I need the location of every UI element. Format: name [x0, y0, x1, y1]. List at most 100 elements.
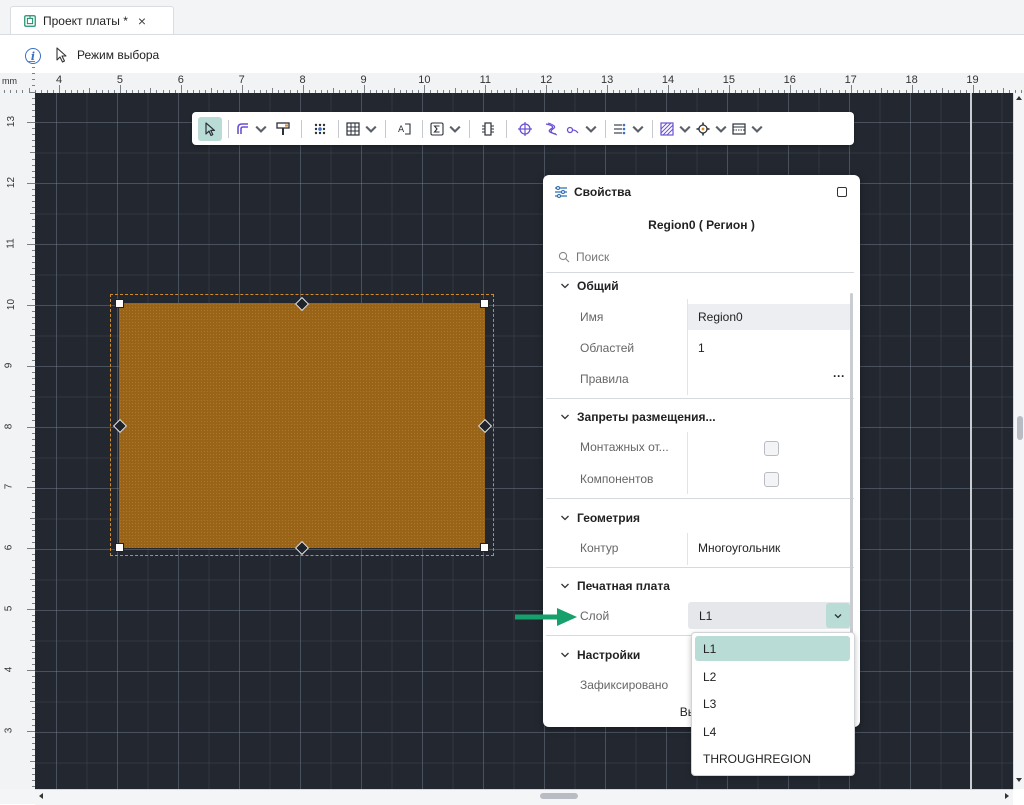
section-title: Общий [577, 279, 619, 293]
region-shape[interactable] [119, 303, 485, 548]
text-tool-button[interactable]: A [392, 117, 416, 141]
ruler-left-label: 7 [3, 484, 15, 490]
layer-stack-tool-button[interactable] [731, 117, 765, 141]
ruler-left-label: 4 [3, 666, 15, 673]
chevron-down-icon [585, 125, 597, 133]
contour-value: Многоугольник [698, 541, 781, 555]
bus-tool-button[interactable] [612, 117, 646, 141]
scroll-up-icon[interactable] [1015, 94, 1023, 102]
section-settings-header[interactable]: Настройки [560, 648, 640, 662]
more-icon[interactable]: ··· [833, 369, 845, 383]
scroll-down-icon[interactable] [1015, 776, 1023, 784]
property-label-rules: Правила [580, 372, 629, 386]
ruler-tick [27, 426, 35, 428]
section-title: Геометрия [577, 511, 641, 525]
section-placement-header[interactable]: Запреты размещения... [560, 410, 716, 424]
search-input[interactable]: Поиск [558, 247, 848, 267]
section-general-header[interactable]: Общий [560, 279, 619, 293]
component-tool-button[interactable] [476, 117, 500, 141]
sum-tool-button[interactable] [429, 117, 463, 141]
search-icon [558, 251, 570, 263]
chevron-down-icon [679, 125, 691, 133]
toolbar-separator [422, 119, 423, 138]
scroll-corner [0, 789, 35, 804]
via-array-tool-button[interactable] [308, 117, 332, 141]
ruler-tick [424, 85, 426, 93]
resize-handle-bottom-right[interactable] [480, 543, 489, 552]
maximize-icon[interactable] [837, 187, 847, 197]
ruler-tick [32, 85, 35, 87]
ruler-tick [27, 731, 35, 732]
layer-option[interactable]: L4 [695, 719, 850, 744]
property-label-areas: Областей [580, 341, 635, 355]
layer-dropdown-button[interactable] [826, 603, 850, 628]
table-tool-button[interactable] [345, 117, 379, 141]
hatch-tool-button[interactable] [659, 117, 693, 141]
vertical-scrollbar[interactable] [1013, 93, 1024, 789]
ruler-top: 4 5 6 7 8 9 10 11 12 13 14 15 16 17 18 19 [0, 73, 1024, 94]
panel-scrollbar[interactable] [850, 293, 853, 689]
ruler-tick [32, 73, 35, 75]
probe-tool-button[interactable] [565, 117, 599, 141]
resize-handle-bottom-left[interactable] [115, 543, 124, 552]
ruler-tick [546, 85, 548, 93]
chevron-down-icon [561, 583, 569, 589]
pin-tool-button[interactable] [271, 117, 295, 141]
layer-option[interactable]: L1 [695, 636, 850, 661]
floating-toolbar: A [192, 112, 854, 145]
chevron-down-icon [365, 125, 377, 133]
grid-icon [346, 121, 360, 136]
ruler-tick [607, 85, 609, 93]
mode-label: Режим выбора [77, 48, 160, 62]
chevron-down-icon [449, 125, 461, 133]
ruler-tick [728, 85, 730, 93]
ruler-left-label: 12 [6, 176, 18, 188]
ruler-tick [27, 365, 35, 367]
chevron-down-icon [834, 613, 842, 618]
ruler-tick [302, 85, 304, 93]
tab-board-project[interactable]: Проект платы * × [10, 6, 174, 34]
name-field[interactable]: Region0 [688, 304, 850, 330]
toolbar-separator [469, 119, 470, 138]
ruler-tick [27, 487, 35, 489]
diff-pair-tool-button[interactable] [539, 117, 563, 141]
ruler-left-label: 5 [3, 605, 15, 612]
ruler-tick [32, 79, 35, 81]
section-title: Запреты размещения... [577, 410, 716, 424]
select-tool-button[interactable] [198, 116, 222, 141]
ruler-tick [32, 67, 35, 69]
chevron-down-icon [561, 283, 569, 289]
cursor-icon [56, 47, 67, 63]
scroll-right-icon[interactable] [1003, 792, 1011, 800]
resize-handle-top-left[interactable] [115, 299, 124, 308]
layer-select-value: L1 [699, 609, 713, 623]
gear-tool-button[interactable] [695, 117, 729, 141]
horizontal-scroll-thumb[interactable] [540, 793, 578, 799]
route-tool-button[interactable] [235, 117, 269, 141]
horizontal-scrollbar[interactable] [35, 789, 1013, 805]
close-icon[interactable]: × [138, 13, 146, 29]
ruler-tick [27, 670, 35, 672]
components-checkbox[interactable] [764, 472, 779, 487]
toolbar-separator [605, 119, 606, 138]
ruler-tick [485, 85, 487, 93]
section-pcb-header[interactable]: Печатная плата [560, 579, 670, 593]
ruler-tick [850, 85, 852, 93]
crosshair-icon [518, 121, 532, 136]
layer-option[interactable]: L2 [695, 664, 850, 689]
ruler-left-label: 11 [5, 238, 17, 249]
resize-handle-top-right[interactable] [480, 299, 489, 308]
layer-option[interactable]: L3 [695, 691, 850, 716]
chevron-down-icon [632, 125, 644, 133]
target-tool-button[interactable] [513, 117, 537, 141]
scroll-left-icon[interactable] [37, 792, 45, 800]
section-geometry-header[interactable]: Геометрия [560, 511, 640, 525]
layer-option[interactable]: THROUGHREGION [695, 746, 850, 771]
toolbar-separator [506, 119, 507, 138]
chevron-down-icon [751, 125, 763, 133]
mounting-holes-checkbox[interactable] [764, 441, 779, 456]
ruler-left: 13 12 11 10 9 8 7 6 5 4 3 [0, 61, 36, 793]
vertical-scroll-thumb[interactable] [1017, 416, 1023, 440]
ruler-tick [668, 85, 669, 93]
chevron-down-icon [561, 414, 569, 420]
